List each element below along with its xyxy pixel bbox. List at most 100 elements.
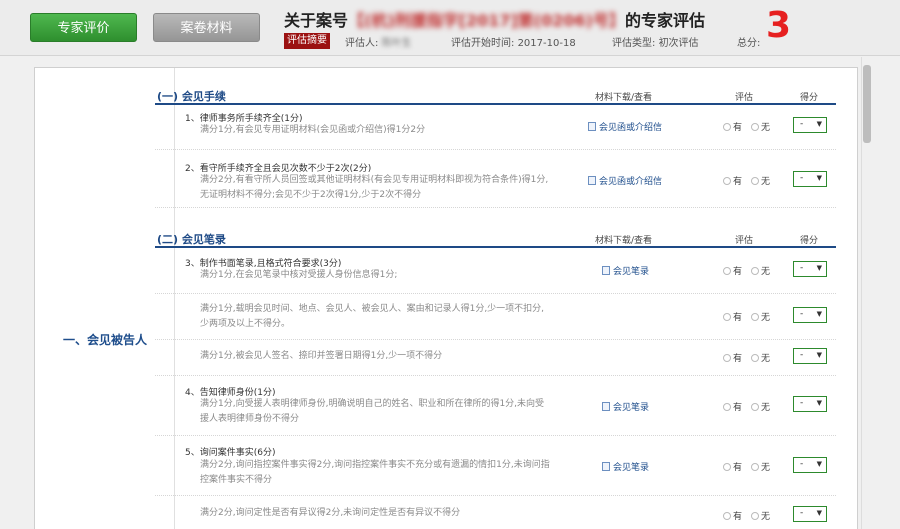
radio-circle-icon bbox=[723, 463, 731, 471]
assessor-field: 评估人: 陈叶生 bbox=[345, 34, 412, 49]
radio-yes[interactable]: 有 bbox=[723, 400, 742, 413]
radio-circle-icon bbox=[723, 267, 731, 275]
radio-no[interactable]: 无 bbox=[751, 509, 770, 522]
radio-yes-label: 有 bbox=[733, 463, 743, 473]
radio-circle-icon bbox=[723, 403, 731, 411]
score-select[interactable]: - ▼ bbox=[793, 457, 827, 473]
score-select[interactable]: - ▼ bbox=[793, 307, 827, 323]
radio-yes-label: 有 bbox=[733, 512, 743, 522]
radio-no[interactable]: 无 bbox=[751, 400, 770, 413]
radio-yes[interactable]: 有 bbox=[723, 310, 742, 323]
score-select[interactable]: - ▼ bbox=[793, 261, 827, 277]
radio-yes-label: 有 bbox=[733, 354, 743, 364]
material-link[interactable]: 会见函或介绍信 bbox=[588, 120, 662, 133]
item-desc: 满分1分,在会见笔录中核对受援人身份信息得1分; bbox=[200, 270, 398, 280]
chevron-down-icon: ▼ bbox=[816, 310, 822, 318]
item-desc: 满分1分,向受援人表明律师身份,明确说明自己的姓名、职业和所在律所的得1分,未向… bbox=[200, 399, 545, 424]
item-row-3c: 满分1分,被会见人签名、捺印并签署日期得1分,少一项不得分 有 无 - ▼ bbox=[155, 340, 836, 376]
summary-badge[interactable]: 评估摘要 bbox=[284, 33, 330, 49]
item-desc: 满分1分,载明会见时间、地点、会见人、被会见人、案由和记录人得1分,少一项不扣分… bbox=[200, 304, 545, 329]
radio-yes[interactable]: 有 bbox=[723, 120, 742, 133]
radio-yes-label: 有 bbox=[733, 177, 743, 187]
score-select[interactable]: - ▼ bbox=[793, 506, 827, 522]
total-score: 3 bbox=[766, 5, 792, 46]
item-row-5: 5、询问案件事实(6分) 满分2分,询问指控案件事实得2分,询问指控案件事实不充… bbox=[155, 436, 836, 496]
material-link-label: 会见笔录 bbox=[613, 267, 650, 277]
section-title: (二) 会见笔录 bbox=[157, 233, 226, 246]
radio-no[interactable]: 无 bbox=[751, 120, 770, 133]
radio-yes-label: 有 bbox=[733, 403, 743, 413]
score-value: - bbox=[800, 459, 804, 469]
item-row-3b: 满分1分,载明会见时间、地点、会见人、被会见人、案由和记录人得1分,少一项不扣分… bbox=[155, 294, 836, 340]
radio-no[interactable]: 无 bbox=[751, 264, 770, 277]
radio-no-label: 无 bbox=[761, 123, 771, 133]
chevron-down-icon: ▼ bbox=[816, 460, 822, 468]
radio-yes-label: 有 bbox=[733, 313, 743, 323]
radio-circle-icon bbox=[751, 123, 759, 131]
item-desc: 满分1分,有会见专用证明材料(会见函或介绍信)得1分2分 bbox=[200, 125, 426, 135]
radio-circle-icon bbox=[751, 403, 759, 411]
start-time-value: 2017-10-18 bbox=[517, 38, 576, 49]
score-value: - bbox=[800, 398, 804, 408]
document-icon bbox=[602, 402, 610, 411]
tab-case-materials[interactable]: 案卷材料 bbox=[153, 13, 260, 42]
radio-no-label: 无 bbox=[761, 403, 771, 413]
score-value: - bbox=[800, 119, 804, 129]
radio-no[interactable]: 无 bbox=[751, 351, 770, 364]
page-title: 关于案号【(杭)刑援指字[2017]第(0206)号】的专家评估 bbox=[284, 7, 705, 31]
document-icon bbox=[588, 122, 596, 131]
score-select[interactable]: - ▼ bbox=[793, 348, 827, 364]
category-cell: 一、会见被告人 bbox=[35, 68, 175, 529]
col-header-material: 材料下载/查看 bbox=[595, 93, 653, 103]
item-desc: 满分2分,有看守所人员回签或其他证明材料(有会见专用证明材料即视为符合条件)得1… bbox=[200, 175, 549, 200]
scrollbar-thumb[interactable] bbox=[863, 65, 871, 143]
item-row-1: 1、律师事务所手续齐全(1分) 满分1分,有会见专用证明材料(会见函或介绍信)得… bbox=[155, 108, 836, 150]
radio-circle-icon bbox=[751, 177, 759, 185]
material-link-label: 会见笔录 bbox=[613, 463, 650, 473]
chevron-down-icon: ▼ bbox=[816, 264, 822, 272]
radio-no-label: 无 bbox=[761, 267, 771, 277]
item-row-4: 4、告知律师身份(1分) 满分1分,向受援人表明律师身份,明确说明自己的姓名、职… bbox=[155, 376, 836, 436]
tab-expert-review[interactable]: 专家评价 bbox=[30, 13, 137, 42]
radio-circle-icon bbox=[723, 123, 731, 131]
item-name: 5、询问案件事实(6分) bbox=[185, 448, 276, 458]
material-link[interactable]: 会见笔录 bbox=[602, 400, 649, 413]
start-time-label: 评估开始时间: bbox=[451, 38, 515, 49]
material-link-label: 会见函或介绍信 bbox=[599, 177, 663, 187]
radio-no[interactable]: 无 bbox=[751, 310, 770, 323]
radio-yes[interactable]: 有 bbox=[723, 174, 742, 187]
radio-no[interactable]: 无 bbox=[751, 174, 770, 187]
score-select[interactable]: - ▼ bbox=[793, 171, 827, 187]
chevron-down-icon: ▼ bbox=[816, 399, 822, 407]
radio-no-label: 无 bbox=[761, 512, 771, 522]
vertical-scrollbar[interactable] bbox=[861, 57, 871, 529]
material-link-label: 会见函或介绍信 bbox=[599, 123, 663, 133]
start-time-field: 评估开始时间: 2017-10-18 bbox=[451, 34, 576, 49]
item-desc: 满分1分,被会见人签名、捺印并签署日期得1分,少一项不得分 bbox=[200, 351, 443, 361]
type-label: 评估类型: bbox=[612, 38, 656, 49]
material-link[interactable]: 会见笔录 bbox=[602, 460, 649, 473]
section-title: (一) 会见手续 bbox=[157, 90, 226, 103]
radio-no-label: 无 bbox=[761, 354, 771, 364]
item-row-3: 3、制作书面笔录,且格式符合要求(3分) 满分1分,在会见笔录中核对受援人身份信… bbox=[155, 250, 836, 294]
document-icon bbox=[588, 176, 596, 185]
col-header-score: 得分 bbox=[800, 93, 819, 103]
radio-yes[interactable]: 有 bbox=[723, 509, 742, 522]
assessor-label: 评估人: bbox=[345, 38, 379, 49]
radio-yes[interactable]: 有 bbox=[723, 351, 742, 364]
radio-circle-icon bbox=[751, 267, 759, 275]
radio-no[interactable]: 无 bbox=[751, 460, 770, 473]
score-value: - bbox=[800, 263, 804, 273]
radio-yes[interactable]: 有 bbox=[723, 460, 742, 473]
radio-yes[interactable]: 有 bbox=[723, 264, 742, 277]
section-header-meeting-record: (二) 会见笔录 材料下载/查看 评估 得分 bbox=[155, 228, 836, 248]
material-link[interactable]: 会见笔录 bbox=[602, 264, 649, 277]
radio-circle-icon bbox=[751, 354, 759, 362]
document-icon bbox=[602, 462, 610, 471]
score-value: - bbox=[800, 350, 804, 360]
type-value: 初次评估 bbox=[658, 38, 699, 49]
material-link[interactable]: 会见函或介绍信 bbox=[588, 174, 662, 187]
score-select[interactable]: - ▼ bbox=[793, 396, 827, 412]
score-select[interactable]: - ▼ bbox=[793, 117, 827, 133]
chevron-down-icon: ▼ bbox=[816, 174, 822, 182]
